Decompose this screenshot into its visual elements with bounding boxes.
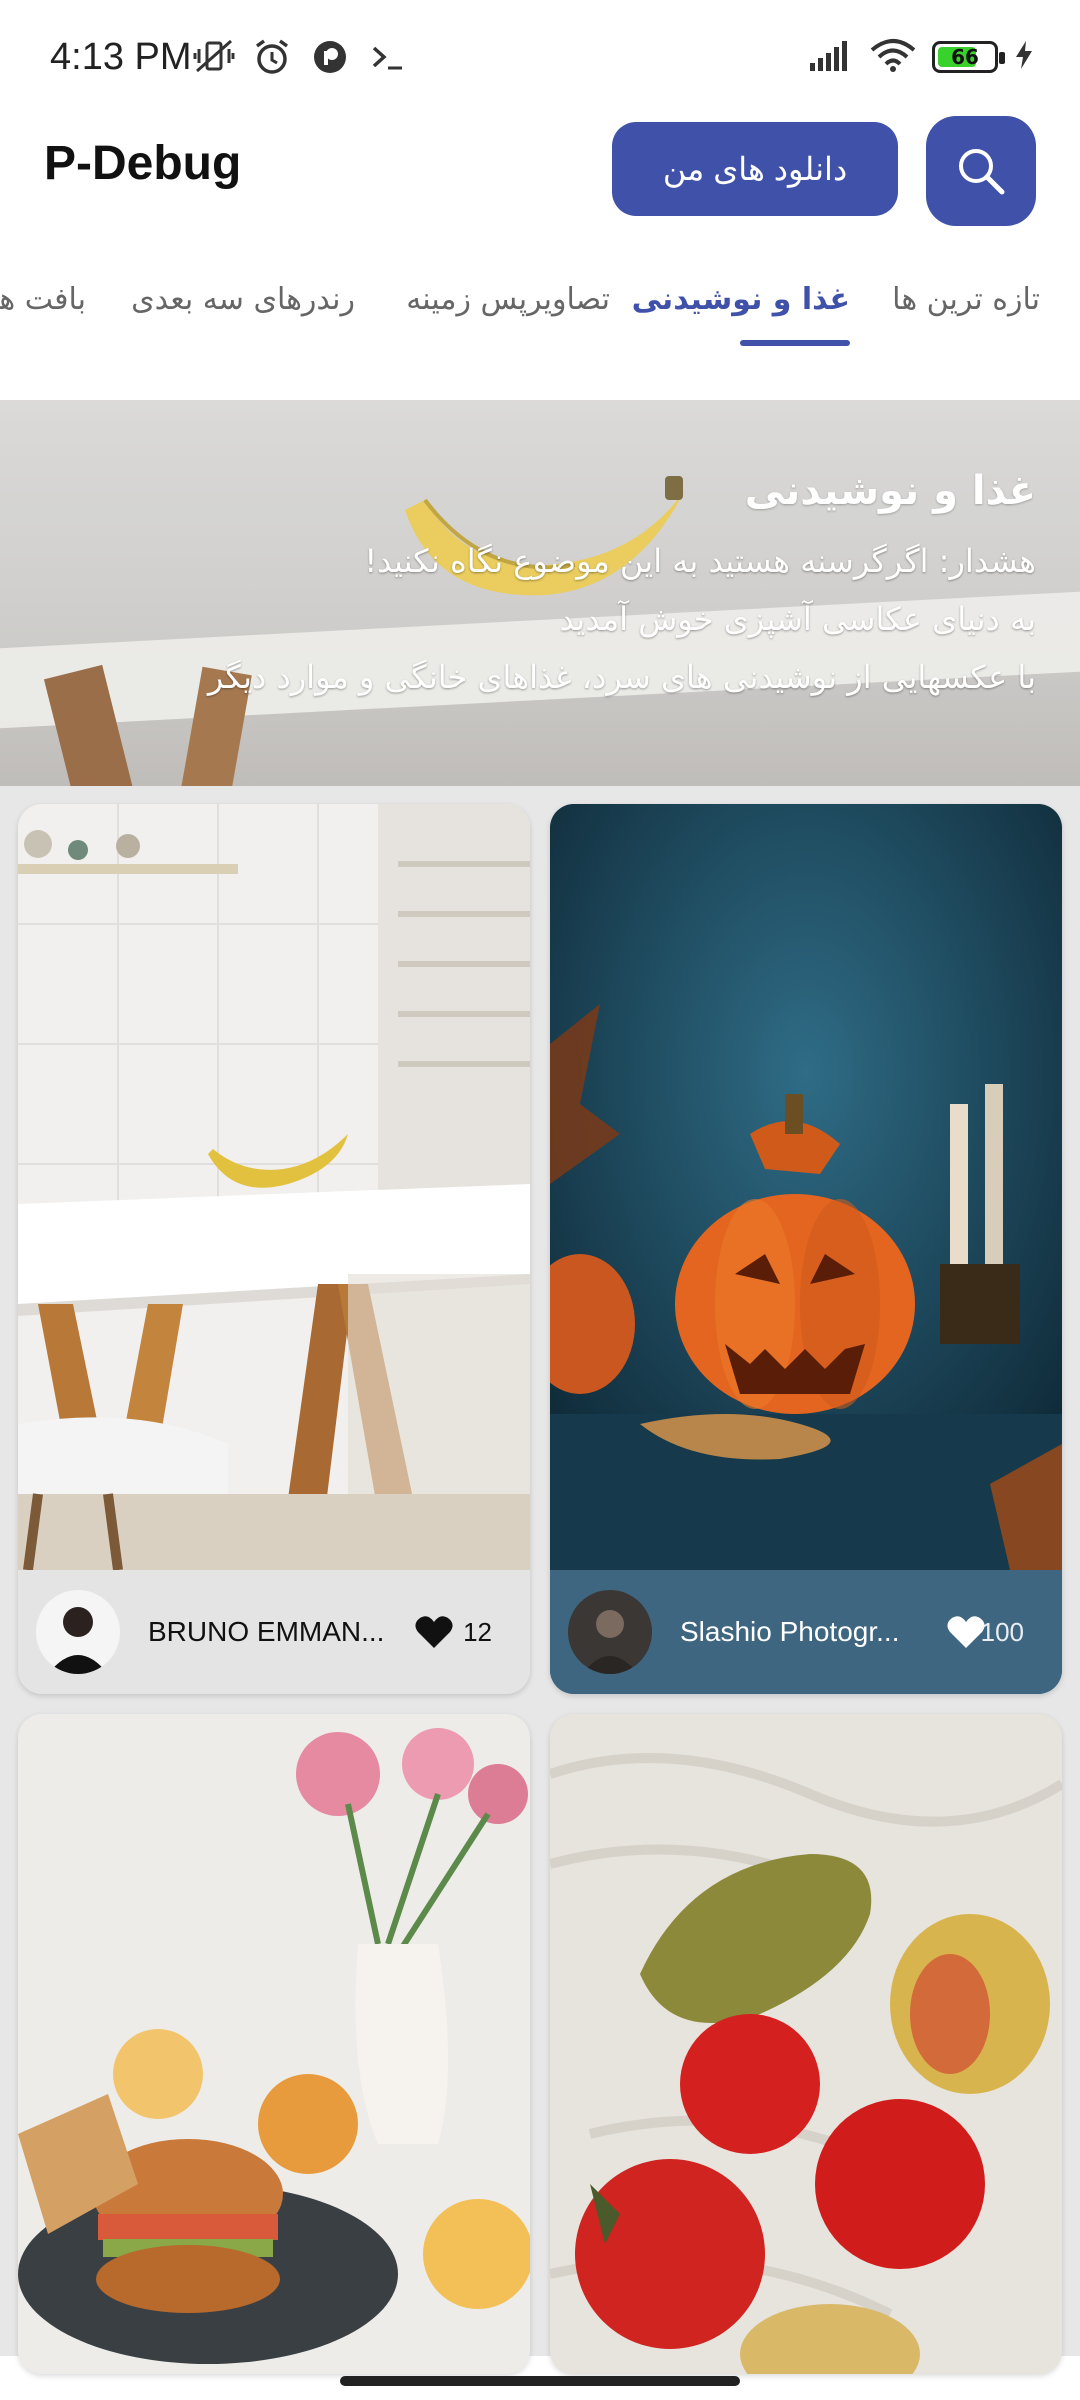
category-tabs: تازه ترین ها غذا و نوشیدنی تصاویرپس زمین… (0, 270, 1080, 350)
card-footer: Slashio Photogr... 100 (550, 1570, 1062, 1694)
avatar[interactable] (36, 1590, 120, 1674)
tab-textures[interactable]: بافت ها (0, 282, 86, 317)
photo-grid: BRUNO EMMAN... 12 Slashio Photogr... 100 (0, 786, 1080, 2374)
photo-card[interactable]: BRUNO EMMAN... 12 (18, 804, 530, 1694)
hero-line: با عکسهایی از نوشیدنی های سرد، غذاهای خا… (207, 658, 1036, 696)
home-indicator[interactable] (340, 2376, 740, 2386)
heart-icon[interactable] (414, 1614, 454, 1650)
hero-line: هشدار: اگرگرسنه هستید به این موضوع نگاه … (364, 542, 1036, 580)
like-count: 100 (980, 1616, 1024, 1647)
hero-text: غذا و نوشیدنی هشدار: اگرگرسنه هستید به ا… (208, 468, 1036, 706)
status-time: 4:13 PM (50, 36, 192, 78)
avatar[interactable] (568, 1590, 652, 1674)
wifi-icon (870, 38, 916, 76)
status-bar: 4:13 PM 66 (0, 0, 1080, 110)
photo-card[interactable] (550, 1714, 1062, 2374)
card-footer: BRUNO EMMAN... 12 (18, 1570, 530, 1694)
mute-vibrate-icon (192, 38, 236, 76)
like-count: 12 (463, 1616, 492, 1647)
photo-burger-roses (18, 1714, 530, 2374)
alarm-icon (250, 38, 294, 76)
hero-title: غذا و نوشیدنی (744, 468, 1036, 514)
category-hero-banner: غذا و نوشیدنی هشدار: اگرگرسنه هستید به ا… (0, 400, 1080, 786)
charging-icon (1014, 39, 1034, 75)
hero-line: به دنیای عکاسی آشپزی خوش آمدید (559, 600, 1037, 638)
author-name[interactable]: Slashio Photogr... (680, 1616, 899, 1648)
status-icons-right: 66 (808, 38, 1034, 76)
photo-pears-tomatoes (550, 1714, 1062, 2374)
app-title: P-Debug (44, 137, 242, 190)
my-downloads-button[interactable]: دانلود های من (612, 122, 898, 216)
tab-wallpapers[interactable]: تصاویرپس زمینه (406, 282, 610, 317)
photo-kitchen-banana (18, 804, 530, 1570)
photo-card[interactable]: Slashio Photogr... 100 (550, 804, 1062, 1694)
status-icons-left (192, 38, 410, 76)
terminal-icon (366, 38, 410, 76)
tab-newest[interactable]: تازه ترین ها (892, 282, 1040, 317)
active-tab-indicator (740, 340, 850, 346)
battery-icon: 66 (932, 41, 1005, 73)
battery-level: 66 (951, 45, 979, 69)
search-button[interactable] (926, 116, 1036, 226)
author-name[interactable]: BRUNO EMMAN... (148, 1616, 384, 1648)
app-notification-icon (308, 38, 352, 76)
tab-3d-renders[interactable]: رندرهای سه بعدی (131, 282, 355, 317)
app-bar: P-Debug دانلود های من (0, 110, 1080, 240)
search-icon (959, 149, 1005, 195)
photo-halloween-pumpkin (550, 804, 1062, 1570)
tab-food-and-drink[interactable]: غذا و نوشیدنی (632, 282, 850, 317)
signal-icon (808, 39, 854, 75)
photo-card[interactable] (18, 1714, 530, 2374)
